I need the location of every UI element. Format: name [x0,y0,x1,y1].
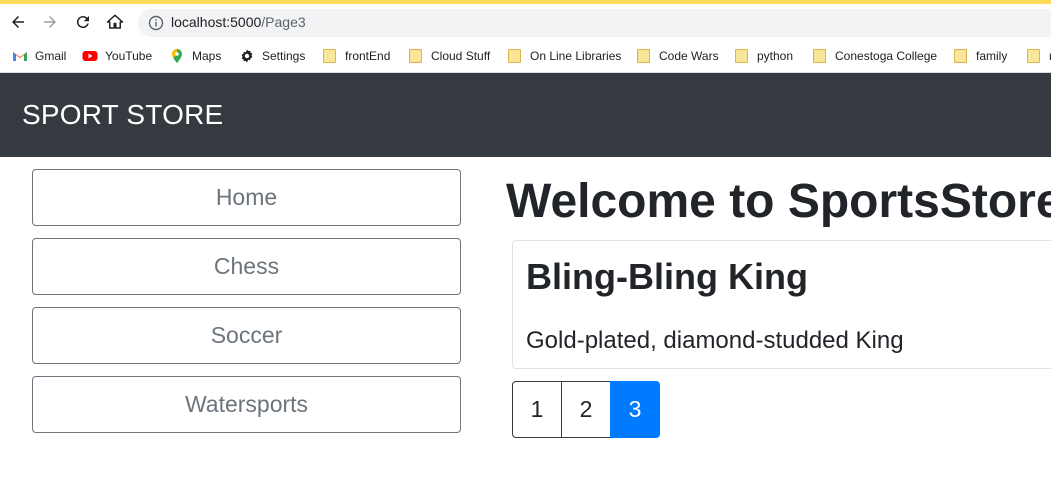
bookmark-maps[interactable]: Maps [169,46,221,66]
category-button-home[interactable]: Home [32,169,461,226]
product-card: Bling-Bling King Gold-plated, diamond-st… [512,240,1051,369]
bookmarks-bar: Gmail YouTube Maps Settings frontEnd Clo… [0,40,1051,73]
gmail-icon [13,51,27,61]
bookmark-label: Code Wars [659,49,719,63]
product-description: Gold-plated, diamond-studded King [526,327,904,354]
bookmark-label: family [976,49,1008,63]
folder-icon [637,49,650,63]
bookmark-label: Maps [192,49,222,63]
bookmark-label: python [757,49,794,63]
url-path: /Page3 [261,14,306,30]
gear-icon [241,49,253,63]
navbar: SPORT STORE [0,73,1051,157]
folder-icon [735,49,748,63]
arrow-left-icon [12,16,24,28]
bookmark-label: Settings [262,49,306,63]
bookmark-folder-family[interactable]: family [954,46,1007,66]
home-icon [106,14,124,29]
page-button-1[interactable]: 1 [512,381,562,438]
category-button-chess[interactable]: Chess [32,238,461,295]
bookmark-label: On Line Libraries [530,49,622,63]
bookmark-folder-truncated[interactable]: r [1027,46,1051,66]
folder-icon [954,49,967,63]
page-button-2[interactable]: 2 [561,381,611,438]
page-button-3-active[interactable]: 3 [610,381,660,438]
url-host: localhost:5000 [171,14,262,30]
folder-icon [1027,49,1040,63]
reload-button[interactable] [71,10,95,34]
url-text[interactable]: localhost:5000/Page3 [171,14,306,30]
info-icon[interactable] [148,15,164,31]
arrow-right-icon [44,16,56,28]
bookmark-folder-online-libraries[interactable]: On Line Libraries [508,46,621,66]
bookmark-folder-code-wars[interactable]: Code Wars [637,46,719,66]
bookmark-folder-python[interactable]: python [735,46,793,66]
category-button-watersports[interactable]: Watersports [32,376,461,433]
reload-icon [76,16,89,29]
bookmark-label: Cloud Stuff [431,49,491,63]
bookmark-youtube[interactable]: YouTube [82,46,152,66]
page-title: Welcome to SportsStore [506,175,1051,228]
address-bar[interactable]: localhost:5000/Page3 [138,9,1051,37]
bookmark-settings[interactable]: Settings [239,46,305,66]
bookmark-label: YouTube [105,49,153,63]
forward-button[interactable] [38,10,62,34]
bookmark-label: Conestoga College [835,49,938,63]
folder-icon [323,49,336,63]
bookmark-label: frontEnd [345,49,391,63]
pagination: 1 2 3 [512,381,660,438]
back-button[interactable] [6,10,30,34]
folder-icon [409,49,422,63]
maps-icon [172,49,182,63]
product-name: Bling-Bling King [526,256,808,297]
bookmark-folder-conestoga-college[interactable]: Conestoga College [813,46,937,66]
folder-icon [508,49,521,63]
folder-icon [813,49,826,63]
brand-title[interactable]: SPORT STORE [22,99,223,131]
browser-toolbar: localhost:5000/Page3 [0,4,1051,40]
youtube-icon [82,51,98,61]
bookmark-label: Gmail [35,49,67,63]
category-button-soccer[interactable]: Soccer [32,307,461,364]
bookmark-gmail[interactable]: Gmail [12,46,66,66]
bookmark-folder-frontend[interactable]: frontEnd [323,46,390,66]
home-browser-button[interactable] [103,10,127,34]
bookmark-folder-cloud-stuff[interactable]: Cloud Stuff [409,46,490,66]
